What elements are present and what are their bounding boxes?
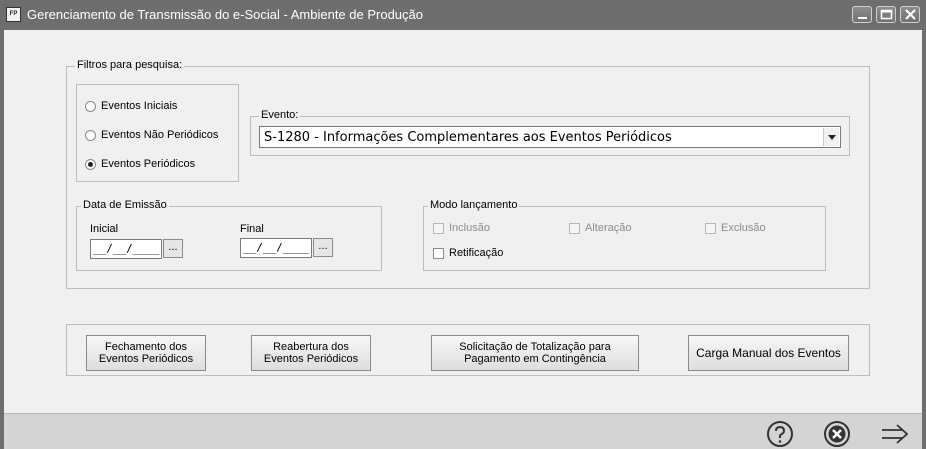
title-bar: FP Gerenciamento de Transmissão do e-Soc… bbox=[0, 0, 926, 30]
radio-label: Eventos Iniciais bbox=[101, 100, 178, 112]
radio-eventos-periodicos[interactable]: Eventos Periódicos bbox=[85, 158, 195, 170]
evento-select[interactable]: S-1280 - Informações Complementares aos … bbox=[259, 126, 841, 148]
checkbox-label: Retificação bbox=[449, 247, 504, 259]
checkbox-label: Alteração bbox=[585, 222, 632, 234]
solicitacao-totalizacao-button[interactable]: Solicitação de Totalização para Pagament… bbox=[431, 335, 639, 371]
checkbox[interactable] bbox=[433, 247, 444, 259]
help-icon[interactable] bbox=[766, 420, 794, 448]
data-emissao-legend: Data de Emissão bbox=[81, 199, 169, 211]
radio-button[interactable] bbox=[85, 100, 96, 112]
app-icon: FP bbox=[6, 7, 21, 22]
minimize-icon bbox=[858, 17, 867, 19]
final-date-input[interactable]: __/__/____ bbox=[240, 238, 312, 258]
modo-lancamento-group: Modo lançamento bbox=[423, 199, 826, 271]
filters-legend: Filtros para pesquisa: bbox=[75, 59, 185, 71]
final-date-picker-button[interactable]: ... bbox=[313, 238, 333, 257]
checkbox-exclusao[interactable]: Exclusão bbox=[705, 222, 766, 234]
maximize-button[interactable] bbox=[876, 6, 896, 23]
close-button[interactable] bbox=[900, 6, 920, 23]
chevron-down-icon[interactable] bbox=[823, 128, 839, 146]
forward-arrow-icon[interactable] bbox=[880, 420, 910, 448]
checkbox-label: Exclusão bbox=[721, 222, 766, 234]
maximize-icon bbox=[880, 9, 893, 20]
radio-label: Eventos Não Periódicos bbox=[101, 129, 219, 141]
inicial-date-picker-button[interactable]: ... bbox=[163, 239, 183, 258]
radio-eventos-nao-periodicos[interactable]: Eventos Não Periódicos bbox=[85, 129, 218, 141]
inicial-date-input[interactable]: __/__/____ bbox=[90, 239, 162, 259]
close-circle-icon[interactable] bbox=[823, 420, 851, 448]
evento-selected-value: S-1280 - Informações Complementares aos … bbox=[264, 130, 672, 145]
checkbox[interactable] bbox=[569, 222, 580, 234]
inicial-label: Inicial bbox=[90, 223, 119, 235]
modo-lancamento-legend: Modo lançamento bbox=[428, 199, 520, 211]
radio-eventos-iniciais[interactable]: Eventos Iniciais bbox=[85, 100, 177, 112]
radio-button-selected[interactable] bbox=[85, 158, 96, 170]
minimize-button[interactable] bbox=[852, 6, 872, 23]
fechamento-eventos-button[interactable]: Fechamento dos Eventos Periódicos bbox=[86, 335, 206, 371]
checkbox[interactable] bbox=[433, 222, 444, 234]
checkbox-alteracao[interactable]: Alteração bbox=[569, 222, 631, 234]
footer-bar bbox=[4, 413, 922, 449]
radio-label: Eventos Periódicos bbox=[101, 158, 196, 170]
window-title: Gerenciamento de Transmissão do e-Social… bbox=[27, 7, 423, 22]
reabertura-eventos-button[interactable]: Reabertura dos Eventos Periódicos bbox=[251, 335, 371, 371]
evento-legend: Evento: bbox=[259, 109, 301, 121]
checkbox[interactable] bbox=[705, 222, 716, 234]
final-label: Final bbox=[240, 223, 264, 235]
checkbox-label: Inclusão bbox=[449, 222, 490, 234]
radio-button[interactable] bbox=[85, 129, 96, 141]
carga-manual-eventos-button[interactable]: Carga Manual dos Eventos bbox=[688, 335, 849, 371]
checkbox-inclusao[interactable]: Inclusão bbox=[433, 222, 490, 234]
checkbox-retificacao[interactable]: Retificação bbox=[433, 247, 503, 259]
close-icon bbox=[905, 9, 916, 20]
